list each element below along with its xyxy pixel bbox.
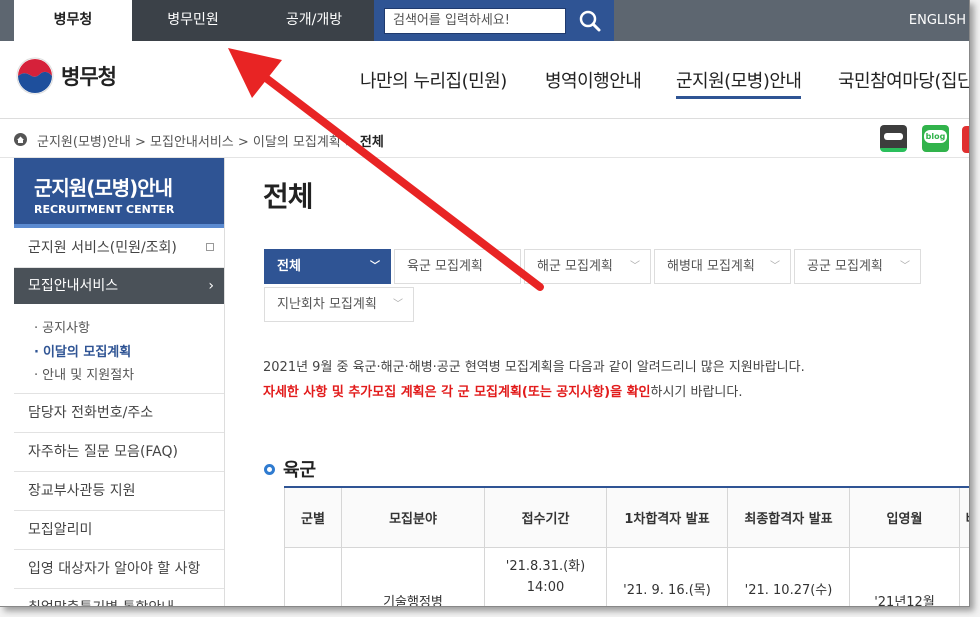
bullet-circle-icon (264, 464, 275, 475)
chevron-down-icon: ﹀ (500, 261, 510, 272)
sidebar-header: 군지원(모병)안내 RECRUITMENT CENTER (14, 158, 224, 228)
cell-period: '21.8.31.(화) 14:00 (484, 546, 607, 606)
tab-label: 공군 모집계획 (807, 259, 883, 274)
sidebar-title: 군지원(모병)안내 (34, 176, 173, 200)
band-icon (884, 133, 903, 140)
share-blog-button[interactable]: blog (922, 125, 949, 152)
nav-service-guide[interactable]: 병역이행안내 (545, 67, 642, 93)
table-row: 기술행정병 '21.8.31.(화) 14:00 '21. 9. 16.(목) '… (284, 546, 969, 606)
col-period: 접수기간 (484, 486, 607, 548)
english-link[interactable]: ENGLISH (909, 0, 966, 41)
tab-label: 지난회차 모집계획 (277, 297, 377, 312)
blog-icon: blog (924, 130, 947, 143)
cell-note (959, 546, 969, 606)
page-title: 전체 (263, 180, 314, 213)
tab-airforce[interactable]: 공군 모집계획 ﹀ (794, 249, 921, 284)
tab-marine[interactable]: 해병대 모집계획 ﹀ (654, 249, 791, 284)
breadcrumb-path: 군지원(모병)안내 > 모집안내서비스 > 이달의 모집계획 > 전체 (37, 131, 384, 150)
col-final-result: 최종합격자 발표 (727, 486, 850, 548)
col-note: 비 (959, 486, 969, 548)
cell-final-result: '21. 10.27(수) (727, 546, 850, 606)
sidebar-submenu: · 공지사항 · 이달의 모집계획 · 안내 및 지원절차 (14, 304, 224, 394)
sidebar-item-contacts[interactable]: 담당자 전화번호/주소 (14, 394, 224, 433)
sidebar-item-label: 모집안내서비스 (28, 278, 119, 294)
tab-label: 육군 모집계획 (407, 259, 483, 274)
sidebar-item-alarm[interactable]: 모집알리미 (14, 511, 224, 550)
description-line-2: 자세한 사항 및 추가모집 계획은 각 군 모집계획(또는 공지사항)을 확인하… (263, 381, 743, 400)
col-enlist-month: 입영월 (849, 486, 960, 548)
tab-army[interactable]: 육군 모집계획 ﹀ (394, 249, 521, 284)
browser-page: 병무청 병무민원 공개/개방 검색어를 입력하세요! ENGLISH 병무청 나… (0, 0, 970, 607)
recruitment-table: 군별 모집분야 접수기간 1차합격자 발표 최종합격자 발표 입영월 비 기술행… (284, 486, 969, 606)
logo-text[interactable]: 병무청 (61, 61, 117, 91)
sidebar-item-label: 군지원 서비스(민원/조회) (28, 240, 177, 256)
submenu-procedure[interactable]: · 안내 및 지원절차 (34, 364, 134, 383)
sidebar-item-service[interactable]: 군지원 서비스(민원/조회) (14, 228, 224, 268)
chevron-down-icon: ﹀ (370, 261, 380, 272)
chevron-right-icon: › (208, 278, 214, 294)
tab-civil-service[interactable]: 병무민원 (132, 0, 254, 41)
site-header: 병무청 나만의 누리집(민원) 병역이행안내 군지원(모병)안내 국민참여마당(… (0, 41, 969, 119)
col-field: 모집분야 (341, 486, 485, 548)
col-first-result: 1차합격자 발표 (606, 486, 728, 548)
sidebar-item-enlistee-info[interactable]: 입영 대상자가 알아야 할 사항 (14, 550, 224, 589)
tab-label: 해군 모집계획 (537, 259, 613, 274)
chevron-down-icon: ﹀ (770, 261, 780, 272)
chevron-down-icon: ﹀ (900, 261, 910, 272)
nav-my-portal[interactable]: 나만의 누리집(민원) (360, 67, 507, 93)
cell-enlist-month: '21년12월 (849, 546, 960, 606)
search-icon (579, 10, 601, 32)
cell-branch (284, 546, 342, 606)
search-input[interactable]: 검색어를 입력하세요! (384, 8, 566, 34)
search-area: 검색어를 입력하세요! (374, 0, 614, 41)
submenu-monthly-plan[interactable]: · 이달의 모집계획 (34, 341, 131, 360)
period-time: 14:00 (526, 579, 565, 595)
share-other-button[interactable] (962, 126, 969, 153)
tab-all[interactable]: 전체 ﹀ (264, 249, 391, 284)
description-highlight: 자세한 사항 및 추가모집 계획은 각 군 모집계획(또는 공지사항)을 확인 (263, 385, 651, 400)
sidebar-item-recruit-service[interactable]: 모집안내서비스 › (14, 268, 224, 304)
mma-logo-icon[interactable] (16, 57, 54, 95)
table-header-row: 군별 모집분야 접수기간 1차합격자 발표 최종합격자 발표 입영월 비 (284, 486, 969, 548)
tab-mma[interactable]: 병무청 (14, 0, 132, 41)
col-branch: 군별 (284, 486, 342, 548)
search-button[interactable] (572, 4, 608, 38)
sidebar-divider (224, 158, 225, 606)
submenu-label: 이달의 모집계획 (42, 345, 132, 360)
submenu-label: 공지사항 (42, 321, 90, 336)
nav-participation[interactable]: 국민참여마당(집단 (838, 67, 969, 93)
description-line-1: 2021년 9월 중 육군·해군·해병·공군 현역병 모집계획을 다음과 같이 … (263, 360, 805, 375)
tab-navy[interactable]: 해군 모집계획 ﹀ (524, 249, 651, 284)
breadcrumb-current: 전체 (359, 135, 384, 150)
sidebar-item-officer[interactable]: 장교부사관등 지원 (14, 472, 224, 511)
breadcrumb: 군지원(모병)안내 > 모집안내서비스 > 이달의 모집계획 > 전체 (0, 120, 969, 158)
section-title-text: 육군 (283, 460, 317, 481)
description-rest: 하시기 바랍니다. (650, 385, 743, 400)
tab-label: 전체 (277, 259, 301, 274)
sidebar-item-job-specialty[interactable]: 취업맞춤특기병 통합안내 (14, 589, 224, 606)
external-window-icon (206, 243, 214, 251)
sidebar-item-faq[interactable]: 자주하는 질문 모음(FAQ) (14, 433, 224, 472)
cell-field: 기술행정병 (341, 546, 485, 606)
chevron-down-icon: ﹀ (393, 299, 403, 310)
breadcrumb-trail[interactable]: 군지원(모병)안내 > 모집안내서비스 > 이달의 모집계획 > (37, 135, 360, 150)
cell-first-result: '21. 9. 16.(목) (606, 546, 728, 606)
sidebar-subtitle: RECRUITMENT CENTER (34, 203, 175, 216)
section-title: 육군 (264, 456, 316, 482)
tab-label: 해병대 모집계획 (667, 259, 755, 274)
utility-bar: 병무청 병무민원 공개/개방 검색어를 입력하세요! ENGLISH (0, 0, 969, 41)
tab-disclosure[interactable]: 공개/개방 (254, 0, 374, 41)
nav-recruitment[interactable]: 군지원(모병)안내 (676, 67, 802, 99)
submenu-label: 안내 및 지원절차 (42, 368, 135, 383)
tab-previous[interactable]: 지난회차 모집계획 ﹀ (264, 287, 414, 322)
share-band-button[interactable] (880, 125, 907, 152)
home-icon[interactable] (14, 133, 27, 146)
chevron-down-icon: ﹀ (630, 261, 640, 272)
submenu-notice[interactable]: · 공지사항 (34, 317, 90, 336)
period-start: '21.8.31.(화) (505, 558, 586, 574)
